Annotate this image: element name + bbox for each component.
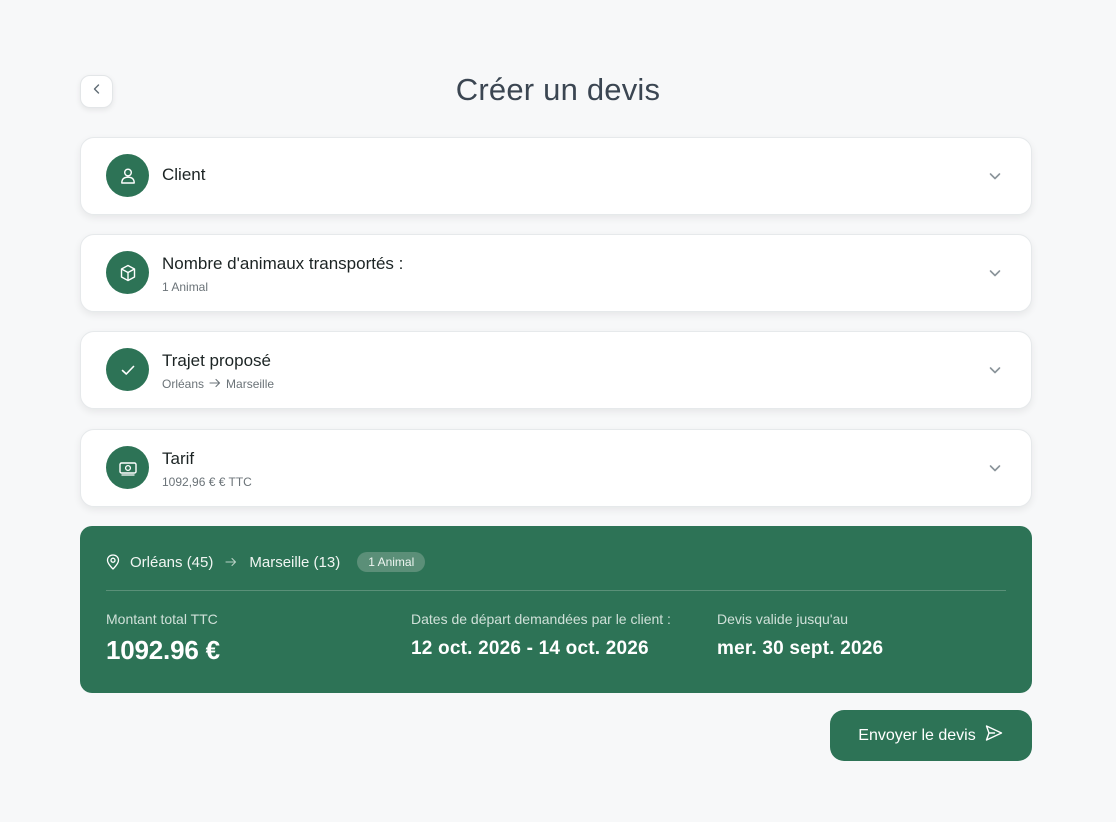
send-icon bbox=[984, 723, 1004, 748]
quote-summary: Orléans (45) Marseille (13) 1 Animal Mon… bbox=[80, 526, 1032, 693]
validity-block: Devis valide jusqu'au mer. 30 sept. 2026 bbox=[717, 611, 883, 660]
check-icon bbox=[106, 348, 149, 391]
dates-value: 12 oct. 2026 - 14 oct. 2026 bbox=[411, 638, 649, 659]
chevron-down-icon[interactable] bbox=[987, 265, 1003, 286]
section-animal-count[interactable]: Nombre d'animaux transportés : 1 Animal bbox=[80, 234, 1032, 312]
section-title: Trajet proposé bbox=[162, 351, 271, 370]
section-subtitle: 1092,96 € € TTC bbox=[162, 475, 252, 489]
total-block: Montant total TTC 1092.96 € bbox=[106, 611, 220, 666]
total-value: 1092.96 € bbox=[106, 635, 220, 665]
route-subtitle: Orléans Marseille bbox=[162, 377, 274, 391]
user-icon bbox=[106, 154, 149, 197]
route-from: Orléans bbox=[162, 377, 205, 391]
create-quote-page: Créer un devis Client Nombre d'animaux t… bbox=[0, 0, 1116, 822]
validity-value: mer. 30 sept. 2026 bbox=[717, 638, 884, 659]
chevron-down-icon[interactable] bbox=[987, 362, 1003, 383]
arrow-right-icon bbox=[209, 377, 221, 391]
section-route[interactable]: Trajet proposé Orléans Marseille bbox=[80, 331, 1032, 409]
banknote-icon bbox=[106, 446, 149, 489]
summary-to: Marseille (13) bbox=[249, 553, 341, 571]
section-title: Client bbox=[162, 165, 206, 184]
dates-label: Dates de départ demandées par le client … bbox=[411, 611, 671, 627]
section-client[interactable]: Client bbox=[80, 137, 1032, 215]
send-quote-button[interactable]: Envoyer le devis bbox=[830, 710, 1032, 761]
total-label: Montant total TTC bbox=[106, 611, 218, 627]
route-to: Marseille bbox=[226, 377, 275, 391]
map-pin-icon bbox=[106, 554, 120, 570]
chevron-down-icon[interactable] bbox=[987, 460, 1003, 481]
validity-label: Devis valide jusqu'au bbox=[717, 611, 849, 627]
section-title: Tarif bbox=[162, 449, 195, 468]
page-title: Créer un devis bbox=[455, 72, 661, 107]
chevron-down-icon[interactable] bbox=[987, 168, 1003, 189]
section-title: Nombre d'animaux transportés : bbox=[162, 254, 404, 273]
summary-from: Orléans (45) bbox=[130, 553, 214, 571]
divider bbox=[106, 590, 1006, 591]
send-label: Envoyer le devis bbox=[858, 726, 976, 744]
animal-count-badge: 1 Animal bbox=[357, 552, 426, 572]
dates-block: Dates de départ demandées par le client … bbox=[411, 611, 671, 660]
section-price[interactable]: Tarif 1092,96 € € TTC bbox=[80, 429, 1032, 507]
summary-route: Orléans (45) Marseille (13) 1 Animal bbox=[106, 552, 1006, 572]
arrow-right-icon bbox=[225, 557, 237, 567]
section-subtitle: 1 Animal bbox=[162, 280, 209, 294]
box-icon bbox=[106, 251, 149, 294]
